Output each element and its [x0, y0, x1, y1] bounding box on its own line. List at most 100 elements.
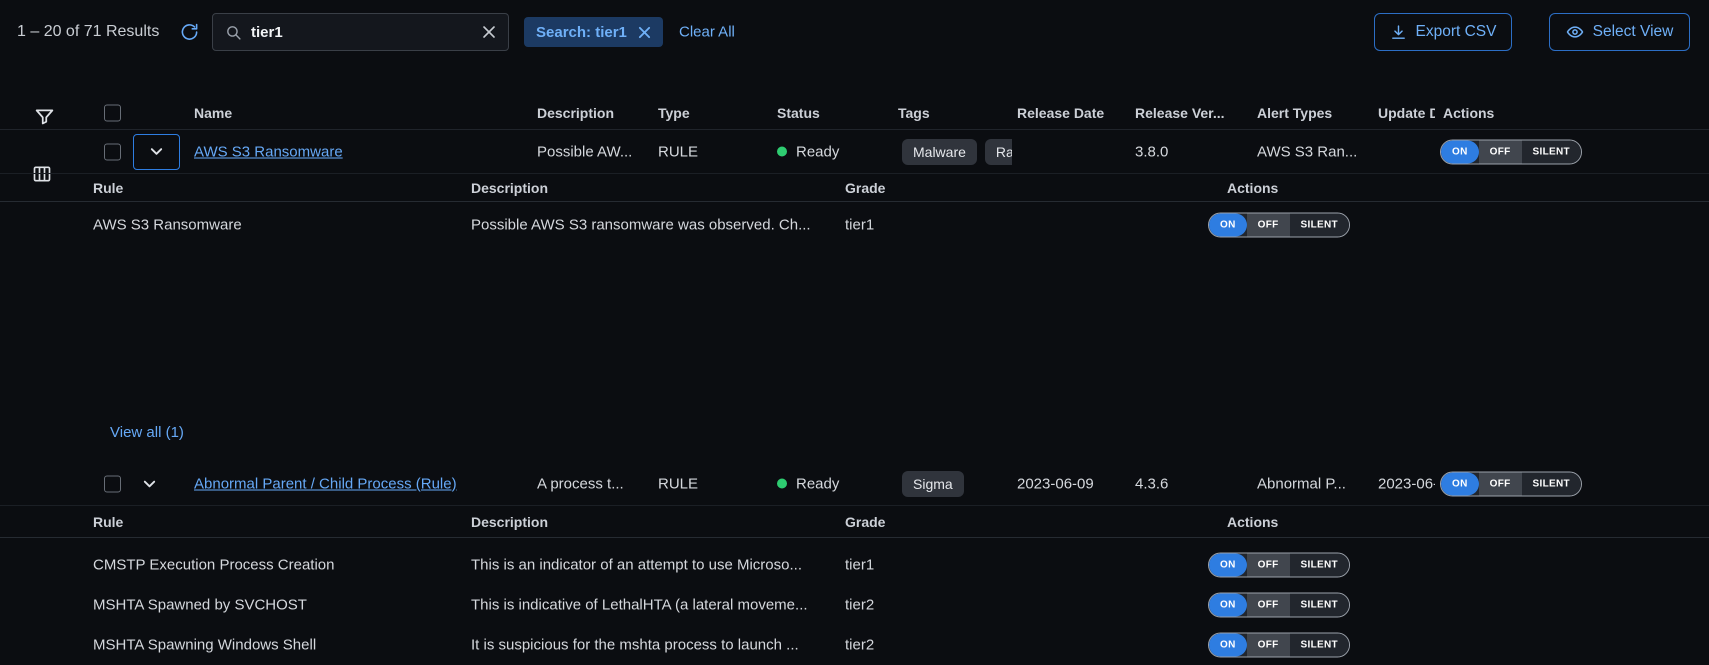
- search-clear-icon[interactable]: [482, 25, 496, 39]
- row-checkbox[interactable]: [104, 475, 121, 492]
- search-input[interactable]: [251, 24, 473, 41]
- toggle-on-option[interactable]: ON: [1209, 634, 1247, 657]
- sub-column-rule: Rule: [93, 180, 123, 196]
- expanded-rule-panel: Rule Description Grade Actions CMSTP Exe…: [0, 506, 1709, 665]
- toggle-off-option[interactable]: OFF: [1247, 594, 1290, 617]
- filter-chip-label: Search: tier1: [536, 24, 627, 41]
- toggle-on-option[interactable]: ON: [1209, 594, 1247, 617]
- select-all-checkbox[interactable]: [104, 104, 121, 121]
- toggle-on-option[interactable]: ON: [1209, 214, 1247, 237]
- sub-rule-row: CMSTP Execution Process Creation This is…: [0, 546, 1709, 584]
- sub-column-description: Description: [471, 514, 548, 530]
- sub-column-rule: Rule: [93, 514, 123, 530]
- rule-release-date: 2023-06-09: [1017, 475, 1094, 492]
- rule-description: Possible AW...: [537, 143, 632, 160]
- expanded-rule-panel: Rule Description Grade Actions AWS S3 Ra…: [0, 174, 1709, 462]
- column-header-release-date: Release Date: [1017, 105, 1104, 121]
- tag-chip: Ra: [985, 139, 1012, 165]
- rule-status: Ready: [777, 475, 839, 492]
- rule-alert-types: AWS S3 Ran...: [1257, 143, 1357, 160]
- row-checkbox[interactable]: [104, 143, 121, 160]
- state-toggle[interactable]: ON OFF SILENT: [1208, 593, 1350, 618]
- download-icon: [1390, 24, 1407, 41]
- toggle-on-option[interactable]: ON: [1441, 472, 1479, 495]
- table-row: AWS S3 Ransomware Possible AW... RULE Re…: [0, 130, 1709, 174]
- clear-all-link[interactable]: Clear All: [679, 24, 735, 41]
- sub-rule-row: AWS S3 Ransomware Possible AWS S3 ransom…: [0, 206, 1709, 244]
- sub-rule-name: CMSTP Execution Process Creation: [93, 557, 335, 574]
- sub-column-grade: Grade: [845, 180, 885, 196]
- toggle-silent-option[interactable]: SILENT: [1522, 472, 1581, 495]
- column-header-release-ver: Release Ver...: [1135, 105, 1225, 121]
- toggle-silent-option[interactable]: SILENT: [1290, 554, 1349, 577]
- toggle-silent-option[interactable]: SILENT: [1522, 140, 1581, 163]
- toggle-silent-option[interactable]: SILENT: [1290, 594, 1349, 617]
- rule-release-ver: 4.3.6: [1135, 475, 1168, 492]
- tag-chip: Malware: [902, 139, 977, 165]
- search-box: [212, 13, 509, 51]
- column-header-status: Status: [777, 105, 820, 121]
- status-label: Ready: [796, 143, 839, 160]
- sub-column-actions: Actions: [1227, 180, 1278, 196]
- rule-name-link[interactable]: Abnormal Parent / Child Process (Rule): [194, 475, 457, 492]
- view-all-link[interactable]: View all (1): [110, 424, 184, 441]
- toggle-on-option[interactable]: ON: [1441, 140, 1479, 163]
- rule-status: Ready: [777, 143, 839, 160]
- toggle-off-option[interactable]: OFF: [1247, 214, 1290, 237]
- export-csv-button[interactable]: Export CSV: [1374, 13, 1512, 51]
- eye-icon: [1566, 23, 1584, 41]
- active-filter-chip[interactable]: Search: tier1: [524, 17, 663, 47]
- toggle-off-option[interactable]: OFF: [1479, 140, 1522, 163]
- chevron-down-icon: [142, 476, 157, 491]
- collapse-row-button[interactable]: [133, 134, 180, 170]
- column-header-update-date: Update D...: [1378, 105, 1435, 121]
- select-view-label: Select View: [1593, 23, 1674, 41]
- state-toggle[interactable]: ON OFF SILENT: [1208, 553, 1350, 578]
- state-toggle[interactable]: ON OFF SILENT: [1208, 633, 1350, 658]
- toggle-off-option[interactable]: OFF: [1479, 472, 1522, 495]
- sub-rule-name: MSHTA Spawned by SVCHOST: [93, 597, 307, 614]
- sub-rule-grade: tier1: [845, 217, 874, 234]
- top-toolbar: 1 – 20 of 71 Results Search: tier1 Clear…: [0, 0, 1709, 64]
- sub-rule-description: It is suspicious for the mshta process t…: [471, 637, 799, 654]
- status-label: Ready: [796, 475, 839, 492]
- sub-table-header: Rule Description Grade Actions: [0, 506, 1709, 538]
- sub-column-actions: Actions: [1227, 514, 1278, 530]
- rules-manager-screen: 1 – 20 of 71 Results Search: tier1 Clear…: [0, 0, 1709, 665]
- rule-release-ver: 3.8.0: [1135, 143, 1168, 160]
- state-toggle[interactable]: ON OFF SILENT: [1440, 139, 1582, 164]
- refresh-button[interactable]: [180, 23, 199, 42]
- chip-close-icon[interactable]: [638, 26, 651, 39]
- table-header: Name Description Type Status Tags Releas…: [0, 96, 1709, 130]
- column-header-actions: Actions: [1443, 105, 1494, 121]
- sub-rule-description: This is indicative of LethalHTA (a later…: [471, 597, 808, 614]
- rule-update-date: 2023-06-09: [1378, 475, 1435, 492]
- toggle-silent-option[interactable]: SILENT: [1290, 214, 1349, 237]
- collapse-row-button[interactable]: [142, 476, 157, 491]
- rule-tags: Malware Ra: [898, 139, 1012, 165]
- toggle-off-option[interactable]: OFF: [1247, 554, 1290, 577]
- sub-rule-name: AWS S3 Ransomware: [93, 217, 242, 234]
- select-view-button[interactable]: Select View: [1549, 13, 1690, 51]
- column-header-alert-types: Alert Types: [1257, 105, 1332, 121]
- rule-description: A process t...: [537, 475, 624, 492]
- rule-tags: Sigma: [898, 471, 1012, 497]
- status-ready-dot: [777, 479, 787, 489]
- table-row: Abnormal Parent / Child Process (Rule) A…: [0, 462, 1709, 506]
- sub-column-description: Description: [471, 180, 548, 196]
- state-toggle[interactable]: ON OFF SILENT: [1440, 471, 1582, 496]
- sub-rule-row: MSHTA Spawned by SVCHOST This is indicat…: [0, 586, 1709, 624]
- results-count: 1 – 20 of 71 Results: [17, 23, 159, 41]
- state-toggle[interactable]: ON OFF SILENT: [1208, 213, 1350, 238]
- rule-alert-types: Abnormal P...: [1257, 475, 1346, 492]
- chevron-down-icon: [149, 144, 164, 159]
- sub-rule-description: Possible AWS S3 ransomware was observed.…: [471, 217, 811, 234]
- rule-name-link[interactable]: AWS S3 Ransomware: [194, 143, 343, 160]
- toggle-on-option[interactable]: ON: [1209, 554, 1247, 577]
- toggle-off-option[interactable]: OFF: [1247, 634, 1290, 657]
- toggle-silent-option[interactable]: SILENT: [1290, 634, 1349, 657]
- export-csv-label: Export CSV: [1416, 23, 1497, 41]
- sub-rule-grade: tier2: [845, 637, 874, 654]
- sub-rule-row: MSHTA Spawning Windows Shell It is suspi…: [0, 626, 1709, 664]
- rule-type: RULE: [658, 475, 698, 492]
